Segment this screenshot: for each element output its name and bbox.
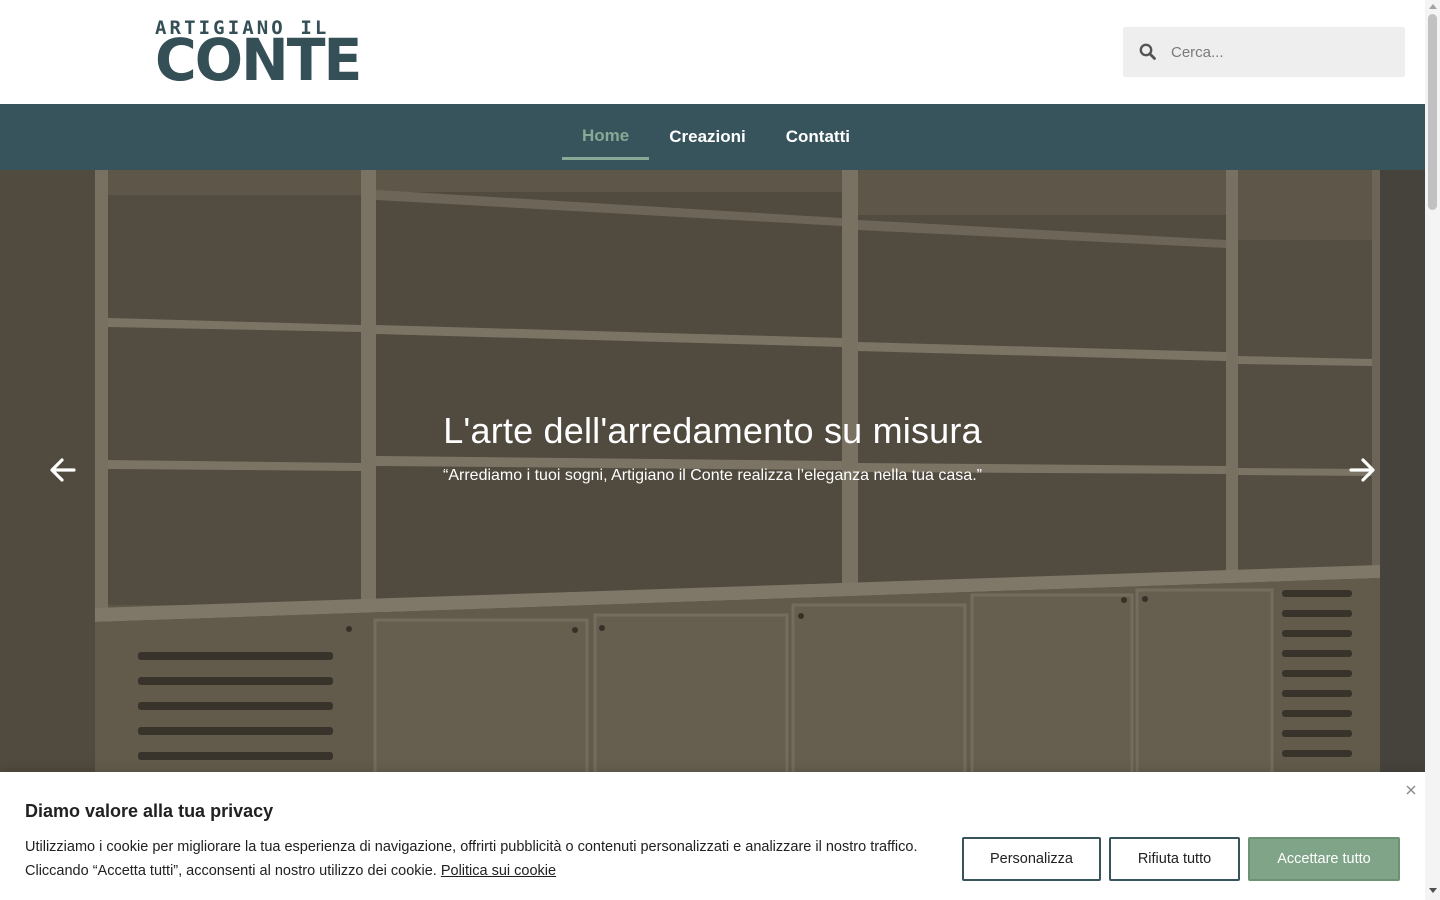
arrow-left-icon [50,458,76,482]
site-logo[interactable]: ARTIGIANO IL CONTE [155,18,362,94]
cookie-title: Diamo valore alla tua privacy [25,801,274,821]
hero-title: L'arte dell'arredamento su misura [443,410,982,451]
main-nav: Home Creazioni Contatti [0,104,1425,170]
hero-slider: L'arte dell'arredamento su misura “Arred… [0,170,1425,774]
customize-button[interactable]: Personalizza [962,837,1101,881]
logo-main-text: CONTE [155,26,362,94]
slider-prev-button[interactable] [47,454,79,486]
search-icon[interactable] [1139,43,1156,60]
site-header: ARTIGIANO IL CONTE [0,0,1425,104]
cookie-description: Utilizziamo i cookie per migliorare la t… [25,835,925,883]
nav-item-home[interactable]: Home [562,104,650,160]
nav-menu: Home Creazioni Contatti [562,104,870,170]
nav-item-contatti[interactable]: Contatti [766,104,870,160]
nav-item-creazioni[interactable]: Creazioni [649,104,766,160]
search-box[interactable] [1123,27,1405,77]
scroll-up-arrow-icon[interactable] [1429,4,1437,9]
accept-all-button[interactable]: Accettare tutto [1248,837,1400,881]
cookie-policy-link[interactable]: Politica sui cookie [441,863,556,879]
close-icon[interactable] [1404,783,1418,797]
arrow-right-icon [1349,458,1375,482]
page-scrollbar[interactable] [1425,0,1440,900]
cookie-consent-banner: Diamo valore alla tua privacy Utilizziam… [0,772,1425,900]
cookie-text-line2: Cliccando “Accetta tutti”, acconsenti al… [25,863,437,879]
slider-next-button[interactable] [1346,454,1378,486]
scroll-down-arrow-icon[interactable] [1429,888,1437,893]
search-input[interactable] [1171,27,1391,77]
reject-all-button[interactable]: Rifiuta tutto [1109,837,1240,881]
hero-subtitle: “Arrediamo i tuoi sogni, Artigiano il Co… [443,467,982,484]
cookie-text-line1: Utilizziamo i cookie per migliorare la t… [25,839,918,855]
scrollbar-thumb[interactable] [1428,14,1437,210]
